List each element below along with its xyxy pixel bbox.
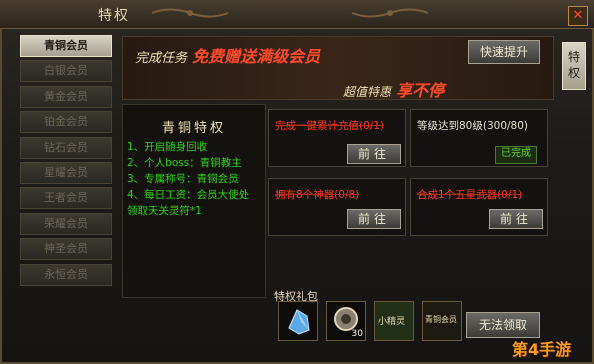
tier-item-diamond[interactable]: 钻石会员 [20,136,112,159]
gift-slot[interactable]: 小精灵 [374,301,414,341]
tier-item-platinum[interactable]: 铂金会员 [20,111,112,134]
task-description: 等级达到80级(300/80) [417,120,528,132]
title-card-icon: 青铜会员 [425,315,457,324]
privilege-line: 4、每日工资：会员大使处 [127,189,250,201]
task-card: 合成1个五星武器(0/1) 前往 [410,178,548,236]
dragon-ornament-icon [351,8,429,18]
quick-upgrade-button[interactable]: 快速提升 [468,40,540,64]
task-description: 拥有8个神器(0/8) [275,189,360,201]
tier-item-silver[interactable]: 白银会员 [20,60,112,83]
privilege-line: 3、专属称号：青铜会员 [127,173,239,185]
tab-privilege[interactable]: 特权 [562,42,586,90]
tier-item-gold[interactable]: 黄金会员 [20,85,112,108]
tier-item-holy[interactable]: 神圣会员 [20,238,112,261]
privilege-line: 1、开启随身回收 [127,141,208,153]
title-bar[interactable]: 特权 ✕ [0,0,594,29]
tier-item-star[interactable]: 星耀会员 [20,161,112,184]
goto-button[interactable]: 前往 [347,144,401,164]
goto-button[interactable]: 前往 [347,209,401,229]
privilege-description-panel: 青铜特权 1、开启随身回收 2、个人boss：青铜教主 3、专属称号：青铜会员 … [122,104,266,298]
banner-headline: 完成任务 免费赠送满级会员 [135,47,321,66]
completed-badge: 已完成 [495,146,537,164]
privilege-line: 领取天关灵符*1 [127,205,202,217]
membership-tier-list: 青铜会员 白银会员 黄金会员 铂金会员 钻石会员 星耀会员 王者会员 荣耀会员 … [20,35,116,299]
sprite-card-icon: 小精灵 [378,317,406,327]
privilege-line: 2、个人boss：青铜教主 [127,157,242,169]
dragon-ornament-icon [151,8,229,18]
goto-button[interactable]: 前往 [489,209,543,229]
task-card: 等级达到80级(300/80) 已完成 [410,109,548,167]
privilege-title: 青铜特权 [161,121,226,136]
window-title: 特权 [98,8,130,24]
tier-item-king[interactable]: 王者会员 [20,187,112,210]
tier-item-bronze[interactable]: 青铜会员 [20,35,112,57]
tier-item-eternal[interactable]: 永恒会员 [20,263,112,286]
task-card: 完成一键累计充值(0/1) 前往 [268,109,406,167]
banner-subline: 超值特惠 享不停 [343,81,445,100]
task-card: 拥有8个神器(0/8) 前往 [268,178,406,236]
crystal-icon [288,309,310,335]
item-count: 30 [351,329,363,339]
close-icon: ✕ [572,8,584,23]
close-button[interactable]: ✕ [568,6,588,26]
task-description: 合成1个五星武器(0/1) [417,189,523,201]
gift-slot[interactable] [278,301,318,341]
gift-slot[interactable]: 青铜会员 [422,301,462,341]
task-description: 完成一键累计充值(0/1) [275,120,385,132]
tier-item-glory[interactable]: 荣耀会员 [20,212,112,235]
gift-slot[interactable]: 30 [326,301,366,341]
claim-button[interactable]: 无法领取 [466,312,540,338]
site-watermark: 第4手游 [512,340,572,359]
